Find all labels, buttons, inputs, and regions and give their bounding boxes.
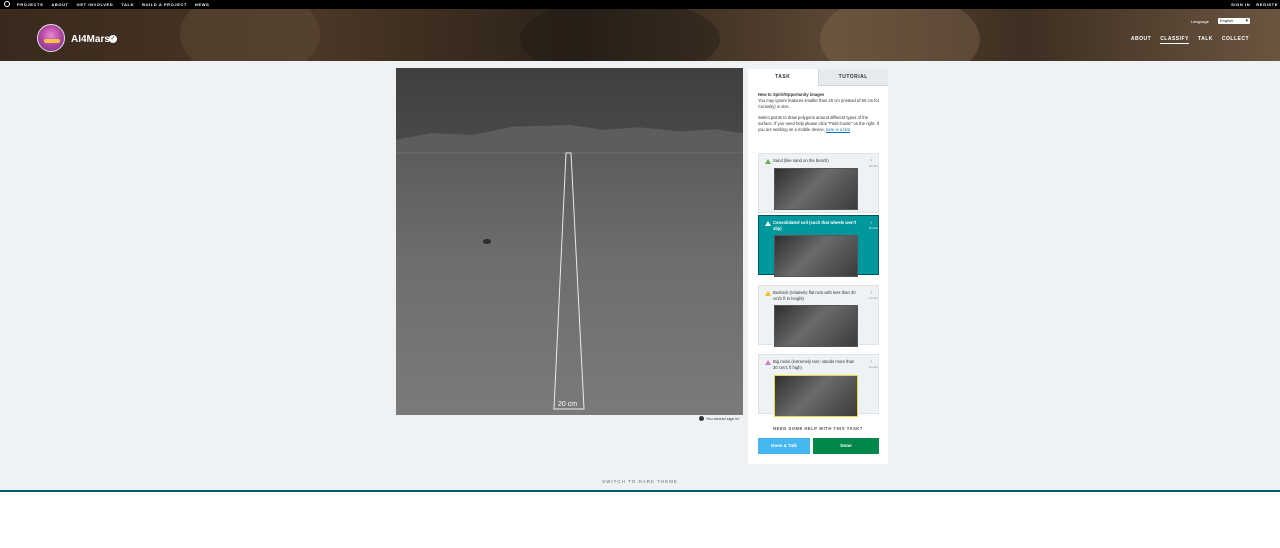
site-nav: PROJECTS ABOUT GET INVOLVED TALK BUILD A…: [17, 2, 209, 7]
nav-projects[interactable]: PROJECTS: [17, 2, 43, 7]
tool-icon: [765, 360, 771, 365]
header-texture: [180, 9, 320, 61]
need-help-link[interactable]: NEED SOME HELP WITH THIS TASK?: [748, 426, 888, 431]
zooniverse-logo-icon[interactable]: [4, 1, 10, 7]
tool-icon: [765, 291, 771, 296]
footer-divider: [0, 490, 1280, 492]
project-nav-collect[interactable]: COLLECT: [1222, 36, 1249, 44]
help-icon[interactable]: ?: [870, 359, 872, 364]
help-icon[interactable]: ?: [870, 290, 872, 295]
sign-in-link[interactable]: SIGN IN: [1231, 2, 1250, 7]
answer-bedrock[interactable]: Bedrock (relatively flat rock with less …: [758, 285, 879, 347]
answer-label: Consolidated soil (such that wheels won'…: [773, 220, 857, 231]
details-label[interactable]: Details: [869, 365, 878, 369]
answer-thumbnail: [774, 375, 858, 417]
tab-tutorial[interactable]: TUTORIAL: [817, 69, 888, 86]
scale-label: 20 cm: [558, 401, 578, 408]
project-nav-classify[interactable]: CLASSIFY: [1160, 36, 1189, 44]
info-icon: [699, 416, 704, 421]
nav-about[interactable]: ABOUT: [51, 2, 68, 7]
signin-note-text: You should sign in!: [706, 416, 740, 421]
answer-thumbnail: [774, 305, 858, 347]
help-icon[interactable]: ?: [870, 158, 872, 163]
switch-theme-button[interactable]: SWITCH TO DARK THEME: [0, 479, 1280, 484]
language-value: English: [1220, 18, 1234, 23]
task-panel: TASK TUTORIAL New to Spirit/Opportunity …: [748, 69, 888, 464]
done-button[interactable]: Done: [813, 438, 879, 454]
answer-label: Bedrock (relatively flat rock with less …: [773, 290, 856, 301]
header-texture: [820, 9, 980, 61]
project-nav-about[interactable]: ABOUT: [1131, 36, 1151, 44]
scale-overlay: [396, 152, 743, 410]
task-instructions: New to Spirit/Opportunity images You may…: [758, 92, 880, 133]
chevron-down-icon: ▾: [1245, 18, 1248, 24]
project-header: AI4Mars ✓ Language English ▾ ABOUT CLASS…: [0, 9, 1280, 61]
nav-build-project[interactable]: BUILD A PROJECT: [142, 2, 187, 7]
instructions-text: Select points to draw polygons around di…: [758, 115, 879, 132]
answer-big-rocks[interactable]: Big rocks (extremely rare; stands more t…: [758, 354, 879, 417]
details-label[interactable]: Details: [869, 296, 878, 300]
intro-line: You may ignore features smaller than 20 …: [758, 98, 880, 109]
done-and-talk-button[interactable]: Done & Talk: [758, 438, 810, 454]
tool-icon: [765, 159, 771, 164]
verified-badge-icon: ✓: [109, 35, 117, 43]
nav-talk[interactable]: TALK: [121, 2, 134, 7]
nav-get-involved[interactable]: GET INVOLVED: [77, 2, 114, 7]
project-title[interactable]: AI4Mars: [71, 34, 110, 45]
language-select[interactable]: English ▾: [1218, 18, 1250, 24]
details-label[interactable]: Details: [869, 164, 878, 168]
task-tabs: TASK TUTORIAL: [748, 69, 888, 86]
tab-task[interactable]: TASK: [748, 69, 818, 86]
project-avatar[interactable]: [37, 24, 65, 52]
answer-sand[interactable]: Sand (like sand on the beach) ? Details: [758, 153, 879, 213]
hint-link[interactable]: here is a hint: [826, 127, 850, 132]
header-texture: [520, 9, 720, 61]
nav-news[interactable]: NEWS: [195, 2, 209, 7]
register-link[interactable]: REGISTE: [1256, 2, 1278, 7]
answer-label: Sand (like sand on the beach): [773, 158, 829, 163]
project-nav: ABOUT CLASSIFY TALK COLLECT: [1131, 36, 1249, 44]
zooniverse-topbar: PROJECTS ABOUT GET INVOLVED TALK BUILD A…: [0, 0, 1280, 9]
answer-consolidated-soil[interactable]: Consolidated soil (such that wheels won'…: [758, 215, 879, 277]
answer-thumbnail: [774, 168, 858, 210]
subject-viewer[interactable]: 20 cm: [396, 68, 743, 415]
project-nav-talk[interactable]: TALK: [1198, 36, 1213, 44]
details-label[interactable]: Details: [869, 226, 878, 230]
tool-icon: [765, 221, 771, 226]
language-label: Language: [1191, 19, 1209, 24]
answer-thumbnail: [774, 235, 858, 277]
signin-note: You should sign in!: [699, 416, 739, 421]
help-icon[interactable]: ?: [870, 220, 872, 225]
answer-label: Big rocks (extremely rare; stands more t…: [773, 359, 855, 370]
